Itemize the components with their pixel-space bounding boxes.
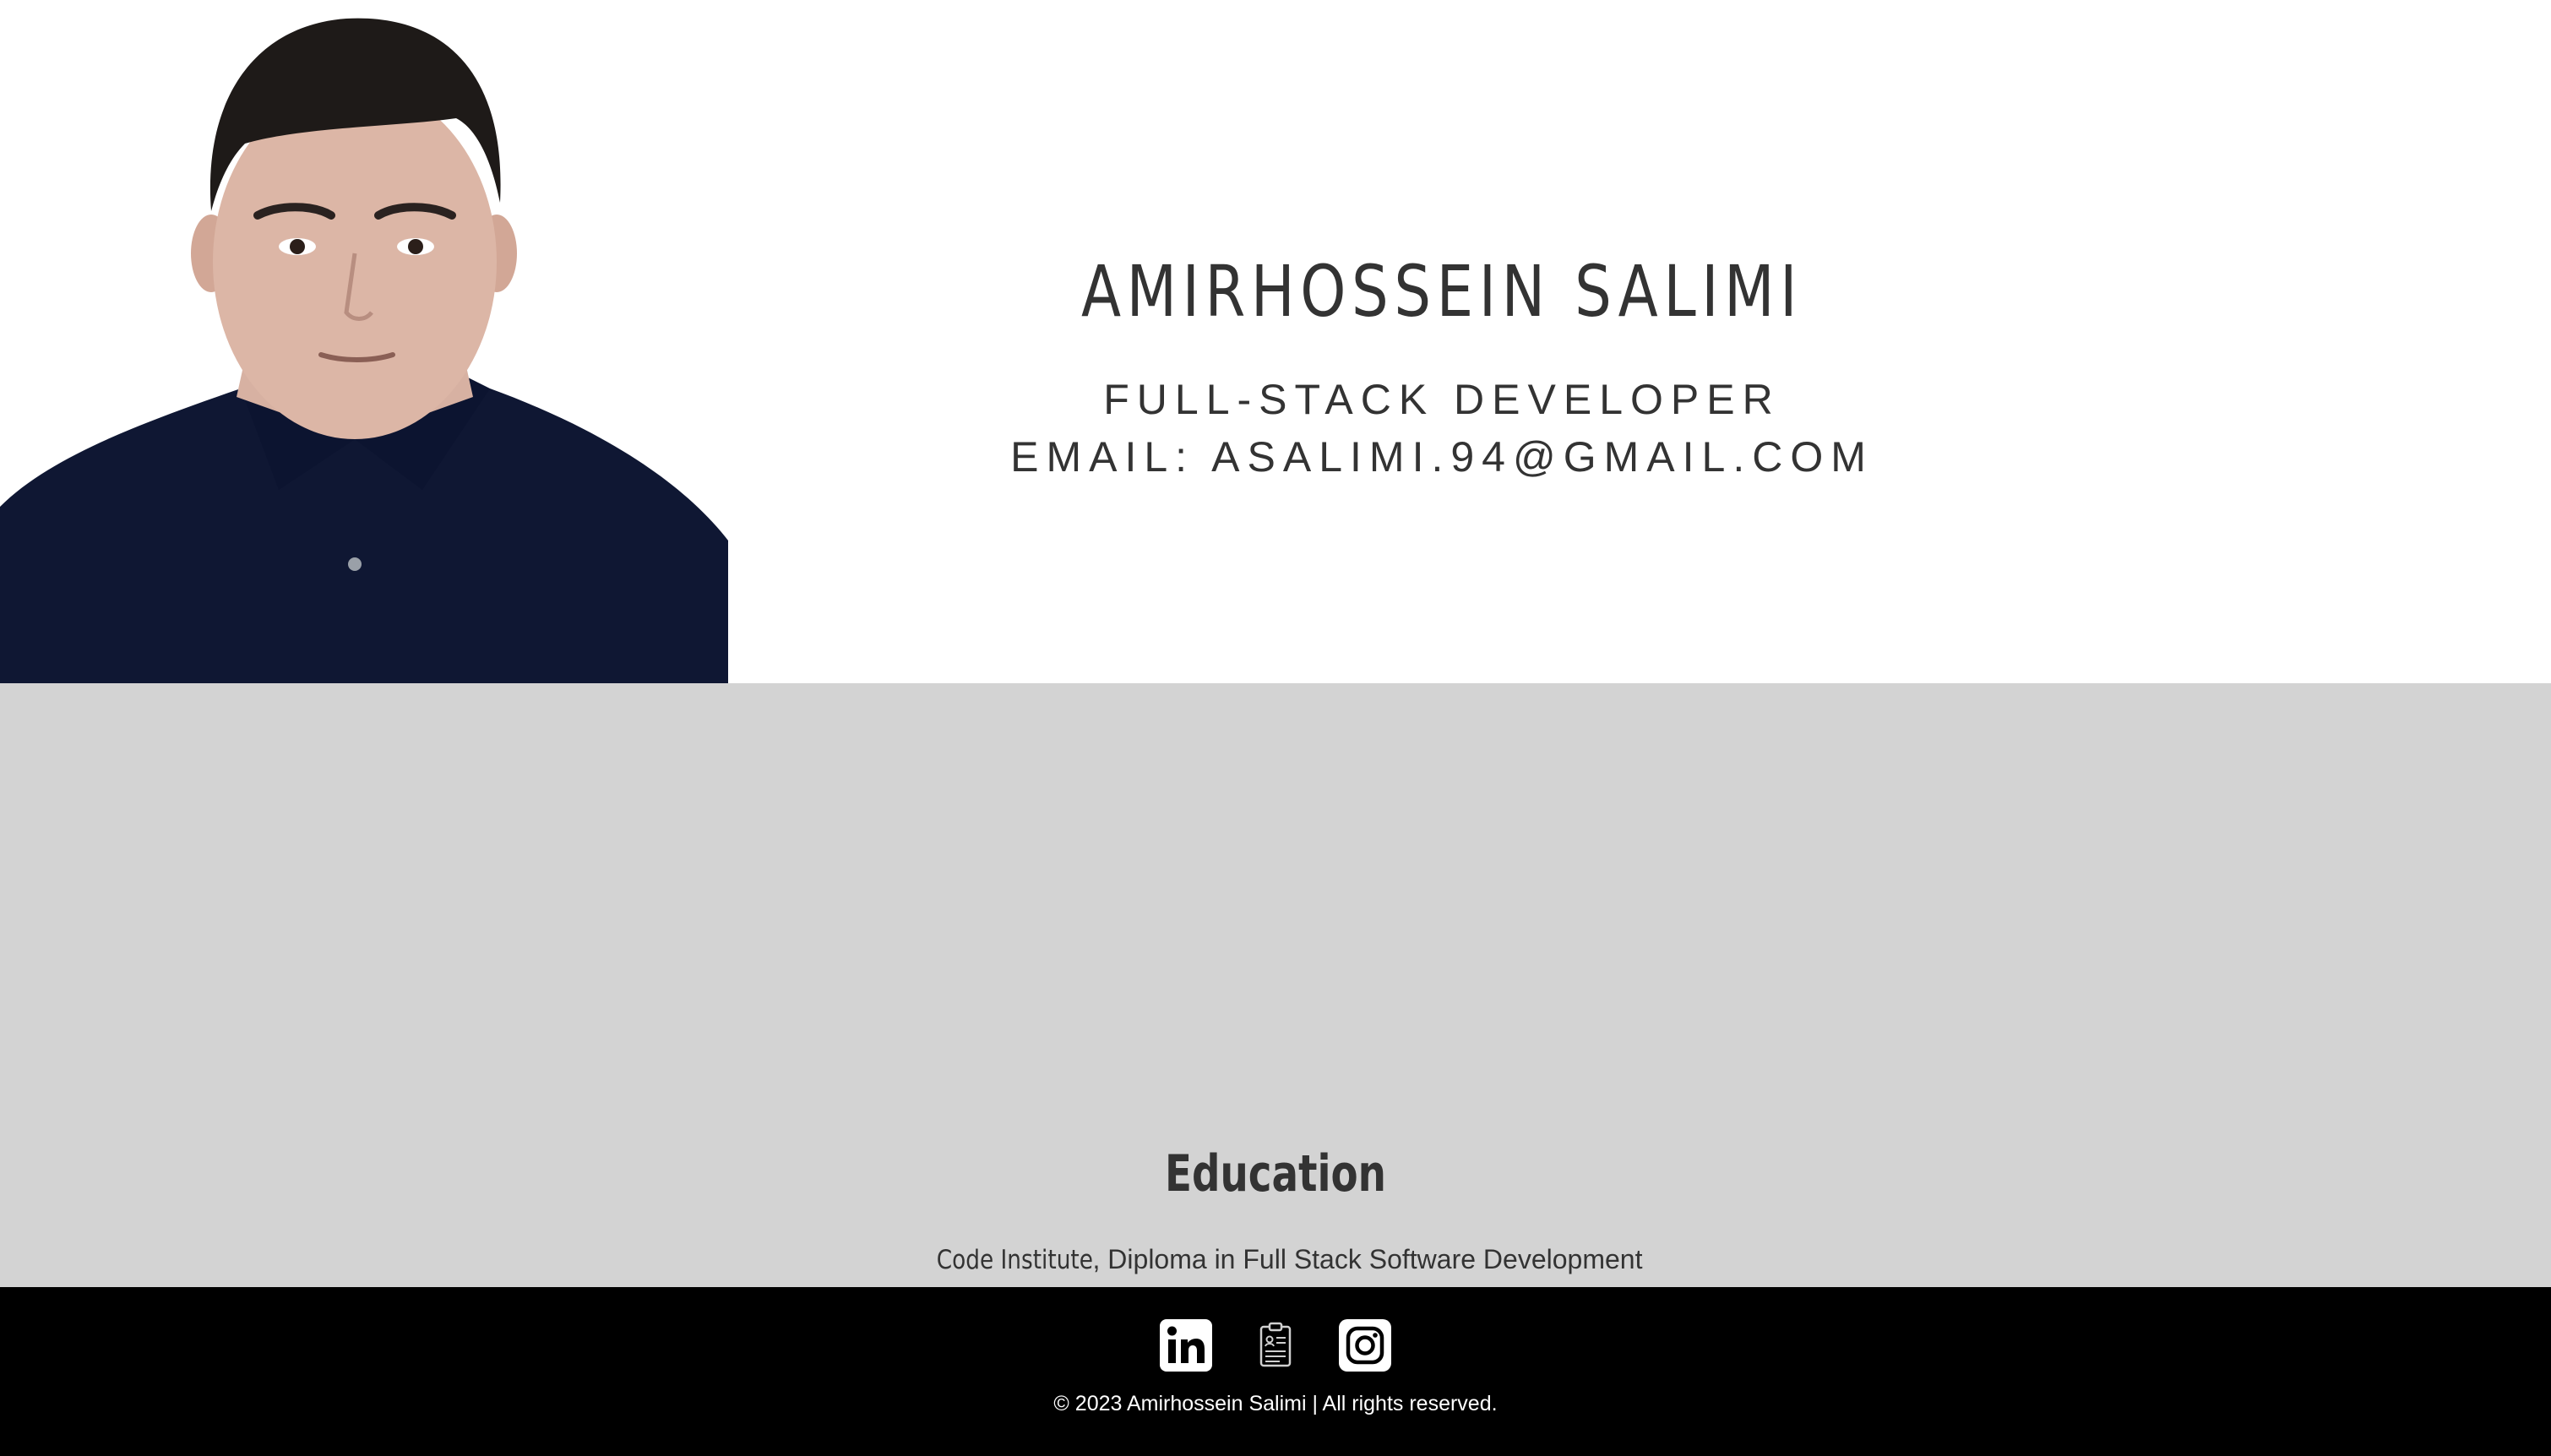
linkedin-icon[interactable] (1160, 1319, 1212, 1372)
education-institution: Code Institute (936, 1245, 1093, 1275)
profile-role: FULL-STACK DEVELOPER (1103, 376, 1781, 423)
education-program: Diploma in Full Stack Software Developme… (1100, 1244, 1643, 1274)
resume-icon[interactable] (1249, 1319, 1302, 1372)
copyright-text: © 2023 Amirhossein Salimi | All rights r… (1053, 1392, 1498, 1415)
site-footer: © 2023 Amirhossein Salimi | All rights r… (0, 1287, 2551, 1456)
education-entry: Code Institute, Diploma in Full Stack So… (0, 1244, 2551, 1275)
profile-email: EMAIL: ASALIMI.94@GMAIL.COM (1010, 433, 1874, 481)
instagram-icon[interactable] (1339, 1319, 1391, 1372)
hero-text: AMIRHOSSEIN SALIMI FULL-STACK DEVELOPER … (728, 0, 2156, 683)
education-section: Education Code Institute, Diploma in Ful… (0, 683, 2551, 1287)
education-heading: Education (1164, 1144, 1386, 1203)
profile-photo (0, 0, 728, 683)
profile-name: AMIRHOSSEIN SALIMI (1080, 250, 1803, 333)
hero-section: AMIRHOSSEIN SALIMI FULL-STACK DEVELOPER … (0, 0, 2551, 683)
social-links (0, 1319, 2551, 1372)
